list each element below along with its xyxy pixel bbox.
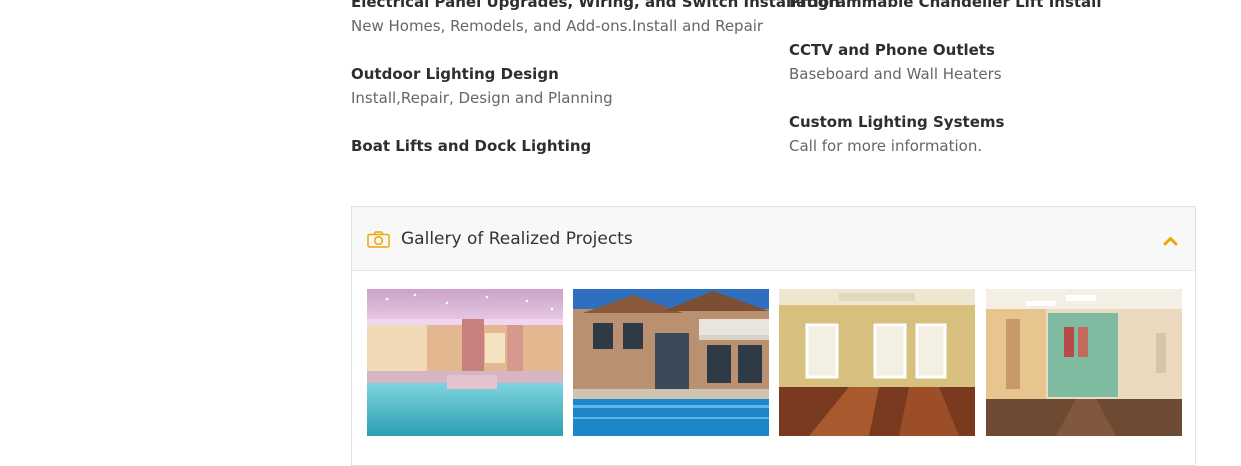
gallery-panel: Gallery of Realized Projects: [351, 206, 1196, 466]
service-title: Electrical Panel Upgrades, Wiring, and S…: [351, 0, 840, 11]
service-item: Electrical Panel Upgrades, Wiring, and S…: [351, 0, 840, 36]
gallery-header[interactable]: Gallery of Realized Projects: [352, 207, 1195, 271]
service-description: Install,Repair, Design and Planning: [351, 89, 613, 107]
gallery-thumbnail[interactable]: [573, 289, 769, 436]
gallery-thumbnail[interactable]: [986, 289, 1182, 436]
service-description: New Homes, Remodels, and Add-ons.Install…: [351, 17, 764, 35]
service-item: CCTV and Phone Outlets Baseboard and Wal…: [789, 40, 1219, 84]
gallery-thumbnail[interactable]: [367, 289, 563, 436]
service-item: Outdoor Lighting Design Install,Repair, …: [351, 64, 781, 108]
service-title: Custom Lighting Systems: [789, 113, 1005, 131]
service-description: Baseboard and Wall Heaters: [789, 65, 1002, 83]
service-item: Custom Lighting Systems Call for more in…: [789, 112, 1219, 156]
service-title: CCTV and Phone Outlets: [789, 41, 995, 59]
gallery-title: Gallery of Realized Projects: [401, 229, 633, 249]
service-title: Boat Lifts and Dock Lighting: [351, 137, 592, 155]
service-item: Programmable Chandelier Lift Install: [789, 0, 1219, 12]
service-item: Boat Lifts and Dock Lighting: [351, 136, 781, 156]
service-description: Call for more information.: [789, 137, 983, 155]
camera-icon: [367, 231, 390, 248]
service-title: Outdoor Lighting Design: [351, 65, 559, 83]
chevron-up-icon[interactable]: [1163, 232, 1178, 246]
service-title: Programmable Chandelier Lift Install: [789, 0, 1102, 11]
gallery-thumbnail[interactable]: [779, 289, 975, 436]
